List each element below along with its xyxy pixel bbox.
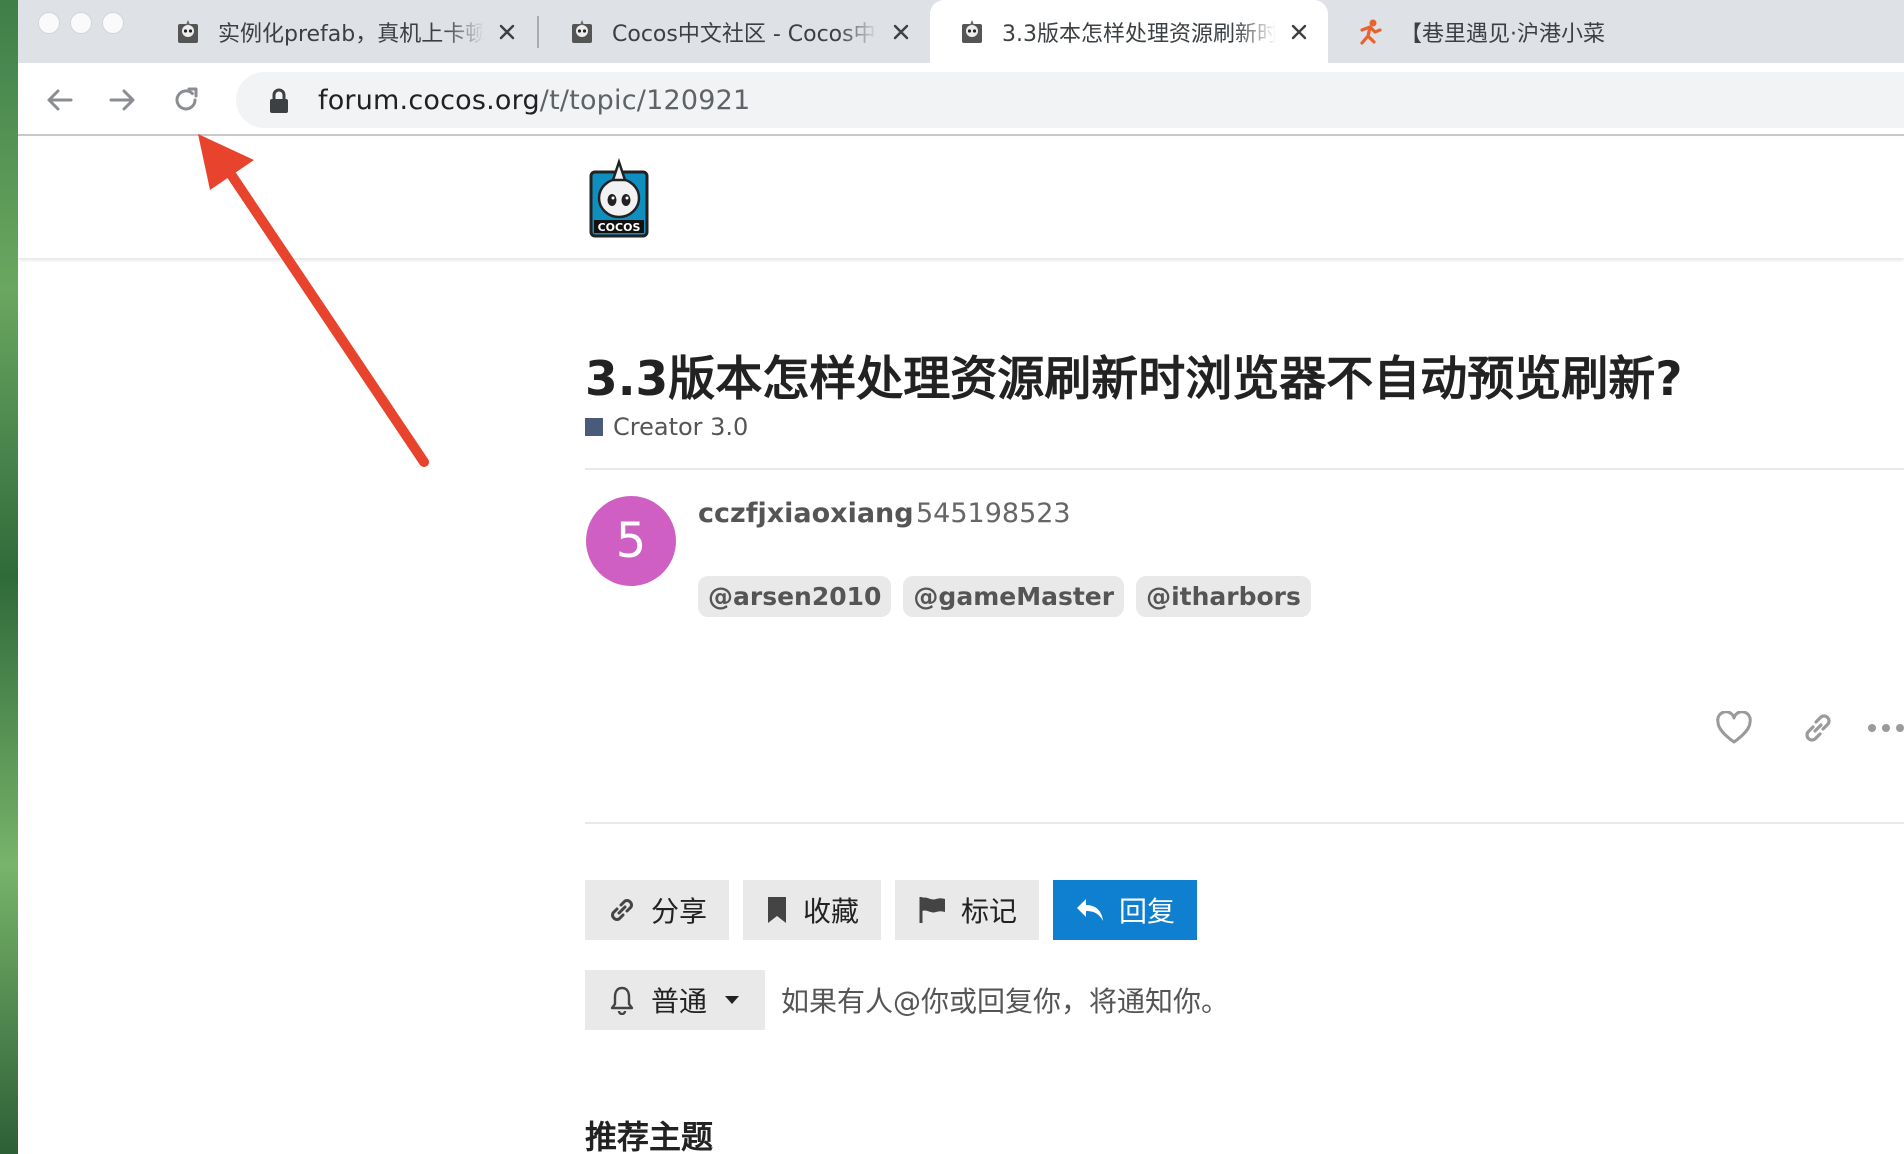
mention-link[interactable]: @itharbors	[1136, 576, 1311, 617]
link-icon	[611, 899, 633, 921]
reply-label: 回复	[1119, 895, 1176, 928]
close-icon[interactable]	[1286, 19, 1312, 45]
reload-button[interactable]	[166, 80, 206, 120]
copy-link-button[interactable]	[1796, 706, 1840, 750]
url-text: forum.cocos.org/t/topic/120921	[318, 85, 750, 116]
tab-title: Cocos中文社区 - Cocos中文社区	[612, 21, 878, 47]
notification-controls: 普通 如果有人@你或回复你，将通知你。	[585, 970, 1229, 1030]
tab-separator	[537, 16, 539, 48]
notification-description: 如果有人@你或回复你，将通知你。	[781, 985, 1230, 1018]
cocos-icon	[958, 18, 986, 46]
category-name: Creator 3.0	[613, 413, 749, 441]
tab-strip: 实例化prefab，真机上卡顿严重 Cocos中文社区 - Cocos中文社区 …	[18, 0, 1904, 63]
back-button[interactable]	[40, 80, 80, 120]
bookmark-label: 收藏	[803, 895, 860, 928]
tab-3-active[interactable]: 3.3版本怎样处理资源刷新时浏览器不自动预览刷新?	[930, 0, 1328, 63]
avatar[interactable]: 5	[586, 496, 676, 586]
bookmark-button[interactable]: 收藏	[743, 880, 882, 940]
category-badge[interactable]: Creator 3.0	[585, 413, 748, 441]
post-mentions: @arsen2010 @gameMaster @itharbors	[698, 576, 1311, 617]
share-button[interactable]: 分享	[585, 880, 730, 940]
tab-4[interactable]: 【巷里遇见·沪港小菜	[1328, 0, 1904, 63]
bookmark-icon	[768, 897, 787, 923]
window-minimize-button[interactable]	[70, 12, 92, 34]
category-color-swatch	[585, 418, 603, 436]
share-label: 分享	[651, 895, 708, 928]
suggested-topics-heading: 推荐主题	[585, 1118, 714, 1154]
lock-icon	[270, 88, 288, 113]
cocos-icon	[174, 18, 202, 46]
close-icon[interactable]	[494, 19, 520, 45]
run-icon	[1356, 18, 1384, 46]
topic-footer-buttons: 分享 收藏 标记 回复	[585, 880, 1198, 940]
cocos-icon	[568, 18, 596, 46]
reply-button[interactable]: 回复	[1053, 880, 1198, 940]
arrow-right-icon	[109, 89, 135, 111]
tab-title: 实例化prefab，真机上卡顿严重	[218, 21, 484, 47]
close-icon[interactable]	[888, 19, 914, 45]
notification-level-dropdown[interactable]: 普通	[585, 970, 766, 1030]
forward-button[interactable]	[102, 80, 142, 120]
window-zoom-button[interactable]	[102, 12, 124, 34]
url-path: /t/topic/120921	[539, 85, 751, 116]
desktop-background	[0, 0, 18, 1154]
flag-icon	[919, 897, 946, 923]
browser-window: 实例化prefab，真机上卡顿严重 Cocos中文社区 - Cocos中文社区 …	[18, 0, 1904, 1154]
flag-label: 标记	[961, 895, 1018, 928]
post-user-id: 545198523	[916, 498, 1071, 529]
tab-title: 3.3版本怎样处理资源刷新时浏览器不自动预览刷新?	[1002, 21, 1276, 47]
divider	[585, 822, 1904, 824]
caret-down-icon	[725, 996, 740, 1004]
browser-toolbar: forum.cocos.org/t/topic/120921	[18, 63, 1904, 136]
reload-icon	[175, 87, 198, 111]
address-bar[interactable]: forum.cocos.org/t/topic/120921	[236, 72, 1904, 128]
mention-link[interactable]: @gameMaster	[903, 576, 1125, 617]
tab-title: 【巷里遇见·沪港小菜	[1400, 21, 1605, 47]
site-header: COCOS	[18, 138, 1904, 258]
link-icon	[1805, 714, 1831, 742]
cocos-logo[interactable]: COCOS	[588, 156, 650, 238]
ellipsis-icon	[1868, 724, 1904, 732]
svg-text:COCOS: COCOS	[598, 221, 641, 234]
flag-button[interactable]: 标记	[895, 880, 1040, 940]
bell-icon	[610, 986, 634, 1015]
arrow-left-icon	[47, 89, 73, 111]
notification-level-label: 普通	[651, 985, 708, 1018]
heart-icon	[1716, 711, 1752, 744]
topic-title[interactable]: 3.3版本怎样处理资源刷新时浏览器不自动预览刷新?	[585, 340, 1683, 409]
reply-icon	[1077, 899, 1104, 921]
more-actions-button[interactable]	[1864, 706, 1904, 750]
divider	[585, 468, 1904, 470]
like-button[interactable]	[1712, 706, 1756, 750]
tab-2[interactable]: Cocos中文社区 - Cocos中文社区	[540, 0, 930, 63]
window-close-button[interactable]	[38, 12, 60, 34]
tab-1[interactable]: 实例化prefab，真机上卡顿严重	[146, 0, 536, 63]
post-username[interactable]: cczfjxiaoxiang	[698, 498, 914, 529]
mention-link[interactable]: @arsen2010	[698, 576, 892, 617]
url-domain: forum.cocos.org	[318, 85, 540, 116]
